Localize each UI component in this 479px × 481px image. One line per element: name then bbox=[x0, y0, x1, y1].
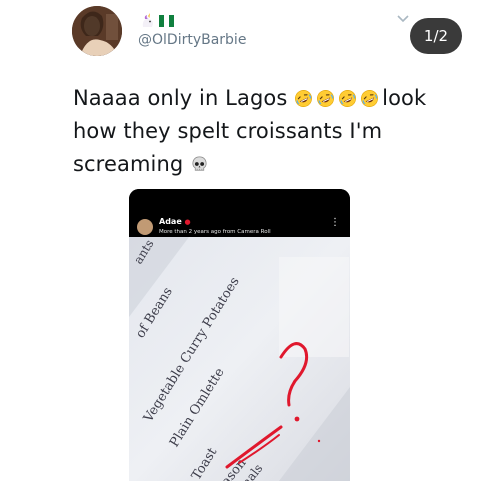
tweet-photo[interactable]: Adae ● More than 2 years ago from Camera… bbox=[129, 189, 350, 481]
story-avatar bbox=[137, 219, 153, 235]
chevron-down-icon[interactable] bbox=[396, 14, 410, 24]
tweet-text-line1: Naaaa only in Lagos bbox=[73, 86, 288, 110]
laughing-face-icon bbox=[317, 90, 335, 107]
lips-icon: ● bbox=[184, 218, 191, 226]
laughing-face-icon bbox=[295, 90, 313, 107]
media-counter-badge: 1/2 bbox=[410, 18, 462, 54]
user-handle[interactable]: @OlDirtyBarbie bbox=[138, 32, 246, 48]
nigeria-flag-icon bbox=[159, 15, 174, 27]
story-header: Adae ● More than 2 years ago from Camera… bbox=[129, 189, 350, 237]
tweet-text-line2: how they spelt croissants I'm bbox=[73, 119, 383, 143]
skull-icon bbox=[192, 156, 207, 171]
red-marker-annotations bbox=[225, 342, 321, 469]
profile-avatar[interactable] bbox=[72, 6, 122, 56]
menu-paper: ants of Beans Vegetable Curry Potatoes P… bbox=[129, 237, 350, 481]
tweet-text-line1-end: look bbox=[382, 86, 427, 110]
story-username: Adae ● bbox=[159, 217, 191, 226]
display-name-emojis bbox=[140, 13, 174, 29]
tweet-text-line3: screaming bbox=[73, 152, 184, 176]
laughing-face-icon bbox=[361, 90, 379, 107]
unicorn-icon bbox=[142, 13, 153, 27]
more-options-icon[interactable]: ⋮ bbox=[330, 218, 340, 228]
laughing-face-icon bbox=[339, 90, 357, 107]
story-username-text: Adae bbox=[159, 217, 182, 226]
laughing-emojis bbox=[294, 86, 382, 110]
story-subtitle: More than 2 years ago from Camera Roll bbox=[159, 229, 271, 235]
tweet-text: Naaaa only in Lagos look how they spelt … bbox=[73, 82, 433, 181]
